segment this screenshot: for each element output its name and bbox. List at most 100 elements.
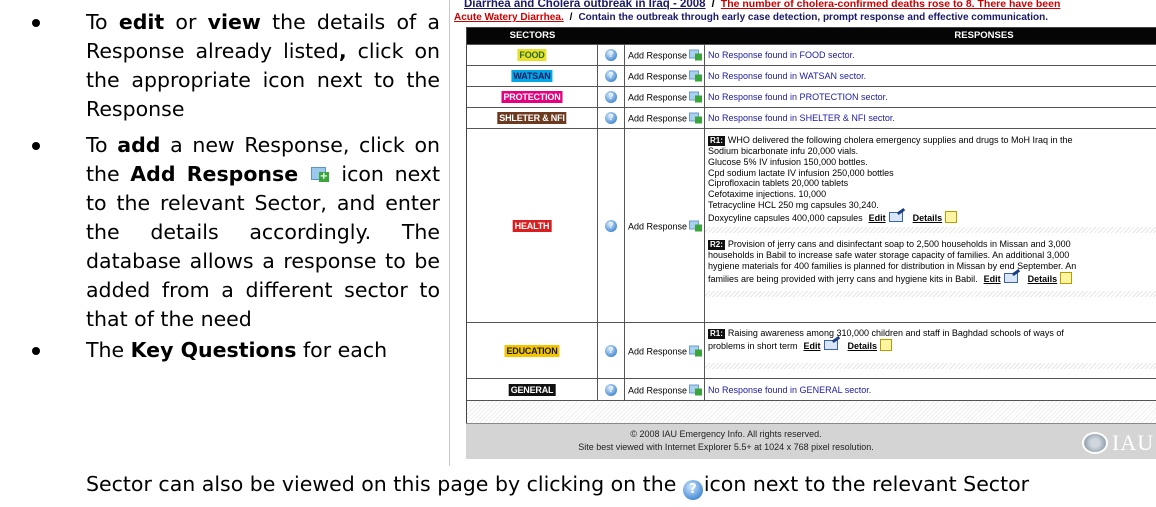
add-response-label: Add Response xyxy=(628,221,688,231)
response-tag: R1: xyxy=(708,329,725,339)
add-response-icon: + xyxy=(310,167,329,182)
text: To xyxy=(86,133,118,157)
response-line: Cefotaxime injections. 10,000 xyxy=(708,189,827,200)
key-question-icon[interactable]: ? xyxy=(605,112,617,124)
table-row-watsan: WATSAN ? Add Response No Response found … xyxy=(467,65,1156,86)
logo-text: IAU xyxy=(1112,430,1155,455)
header-line-1: Diarrhea and Cholera outbreak in Iraq - … xyxy=(464,0,1060,10)
un-emblem-icon xyxy=(1082,432,1108,454)
text: icon next to the relevant Sector, and en… xyxy=(86,162,440,331)
key-question-icon[interactable]: ? xyxy=(605,219,617,232)
add-response-icon[interactable] xyxy=(689,70,703,82)
divider xyxy=(705,227,1156,233)
sector-cell: HEALTH xyxy=(467,129,598,322)
response-text: No Response found in FOOD sector. xyxy=(708,50,855,60)
key-questions-cell: ? xyxy=(598,129,625,322)
add-response-label: Add Response xyxy=(628,346,688,356)
add-response-button[interactable]: Add Response xyxy=(628,220,703,231)
key-question-icon[interactable]: ? xyxy=(605,91,617,103)
bullet-key-questions-continued: Sector can also be viewed on this page b… xyxy=(86,470,1029,500)
response-text: No Response found in PROTECTION sector. xyxy=(708,92,888,102)
details-link[interactable]: Details xyxy=(913,213,943,223)
key-questions-cell: ? xyxy=(598,323,625,378)
text-edit: edit xyxy=(118,10,165,34)
add-response-button[interactable]: Add Response xyxy=(628,112,703,124)
details-icon[interactable] xyxy=(1060,271,1073,284)
key-questions-cell: ? xyxy=(598,108,625,128)
add-response-button[interactable]: Add Response xyxy=(628,49,703,61)
response-cell: No Response found in WATSAN sector. xyxy=(705,66,1156,86)
key-question-icon: ? xyxy=(682,480,703,500)
key-question-icon[interactable]: ? xyxy=(605,383,617,396)
details-link[interactable]: Details xyxy=(848,341,878,351)
table-spacer xyxy=(467,400,1156,424)
response-line: Raising awareness among 310,000 children… xyxy=(727,328,1064,338)
response-cell: R1: WHO delivered the following cholera e… xyxy=(705,129,1156,322)
response-text: No Response found in GENERAL sector. xyxy=(708,384,872,395)
add-response-icon[interactable] xyxy=(689,112,703,124)
add-response-button[interactable]: Add Response xyxy=(628,345,703,356)
response-cell: No Response found in PROTECTION sector. xyxy=(705,87,1156,107)
table-header: SECTORS RESPONSES xyxy=(467,28,1156,44)
add-response-label: Add Response xyxy=(628,113,688,124)
sector-cell: PROTECTION xyxy=(467,87,598,107)
text: Sector can also be viewed on this page b… xyxy=(86,472,683,496)
key-question-icon[interactable]: ? xyxy=(605,49,617,61)
response-tag: R1: xyxy=(708,136,725,146)
sector-cell: SHLETER & NFI xyxy=(467,108,598,128)
response-r2: R2: Provision of jerry cans and disinfect… xyxy=(708,239,1156,284)
response-r1: R1: Raising awareness among 310,000 child… xyxy=(708,328,1156,352)
need-link[interactable]: Acute Watery Diarrhea. xyxy=(454,12,564,23)
sector-cell: EDUCATION xyxy=(467,323,598,378)
add-response-button[interactable]: Add Response xyxy=(628,384,703,395)
response-line: Glucose 5% IV infusion 150,000 bottles. xyxy=(708,156,868,167)
add-response-icon[interactable] xyxy=(689,345,703,356)
table-row-shelter-nfi: SHLETER & NFI ? Add Response No Response… xyxy=(467,107,1156,128)
key-question-icon[interactable]: ? xyxy=(605,70,617,82)
add-response-icon[interactable] xyxy=(689,91,703,103)
responses-table: SECTORS RESPONSES FOOD ? Add Response No… xyxy=(466,27,1156,424)
bullet-add: To add a new Response, click on the Add … xyxy=(28,131,440,334)
add-response-label: Add Response xyxy=(628,50,688,61)
response-line: problems in short term xyxy=(708,341,798,351)
edit-icon[interactable] xyxy=(823,340,838,350)
alert-link[interactable]: The number of cholera-confirmed deaths r… xyxy=(721,0,1061,10)
key-questions-cell: ? xyxy=(598,45,625,65)
sector-cell: FOOD xyxy=(467,45,598,65)
details-icon[interactable] xyxy=(880,339,893,351)
details-icon[interactable] xyxy=(945,210,958,223)
response-cell: No Response found in GENERAL sector. xyxy=(705,379,1156,400)
table-row-general: GENERAL ? Add Response No Response found… xyxy=(467,378,1156,400)
response-line: WHO delivered the following cholera emer… xyxy=(727,135,1073,145)
separator: / xyxy=(711,0,715,10)
add-response-icon[interactable] xyxy=(689,384,703,395)
details-link[interactable]: Details xyxy=(1028,274,1058,284)
col-responses: RESPONSES xyxy=(954,30,1014,41)
sector-badge-shelter-nfi: SHLETER & NFI xyxy=(497,112,567,124)
sector-badge-health: HEALTH xyxy=(512,219,552,232)
edit-link[interactable]: Edit xyxy=(869,213,886,223)
edit-icon[interactable] xyxy=(888,211,903,222)
response-line: Cpd sodium lactate IV infusion 250,000 b… xyxy=(708,167,894,178)
emergency-title-link[interactable]: Diarrhea and Cholera outbreak in Iraq - … xyxy=(464,0,706,10)
edit-icon[interactable] xyxy=(1003,272,1018,283)
sector-badge-food: FOOD xyxy=(517,49,547,61)
key-questions-cell: ? xyxy=(598,87,625,107)
key-questions-cell: ? xyxy=(598,379,625,400)
add-response-icon[interactable] xyxy=(689,49,703,61)
text: or xyxy=(164,10,208,34)
bullet-edit-view: To edit or view the details of a Respons… xyxy=(28,8,440,124)
table-row-food: FOOD ? Add Response No Response found in… xyxy=(467,44,1156,65)
response-line: hygiene materials for 400 families is pl… xyxy=(708,260,1077,271)
footer-browser-note: Site best viewed with Internet Explorer … xyxy=(578,442,874,452)
add-response-icon[interactable] xyxy=(689,220,703,231)
key-question-icon[interactable]: ? xyxy=(605,344,617,357)
add-response-button[interactable]: Add Response xyxy=(628,70,703,82)
response-line: Tetracycline HCL 250 mg capsules 30,240. xyxy=(708,199,879,210)
bullet-dot xyxy=(32,19,40,27)
add-response-button[interactable]: Add Response xyxy=(628,91,703,103)
bullet-key-questions: The Key Questions for each xyxy=(28,336,440,365)
edit-link[interactable]: Edit xyxy=(804,341,821,351)
edit-link[interactable]: Edit xyxy=(984,274,1001,284)
instruction-list: To edit or view the details of a Respons… xyxy=(28,8,440,365)
